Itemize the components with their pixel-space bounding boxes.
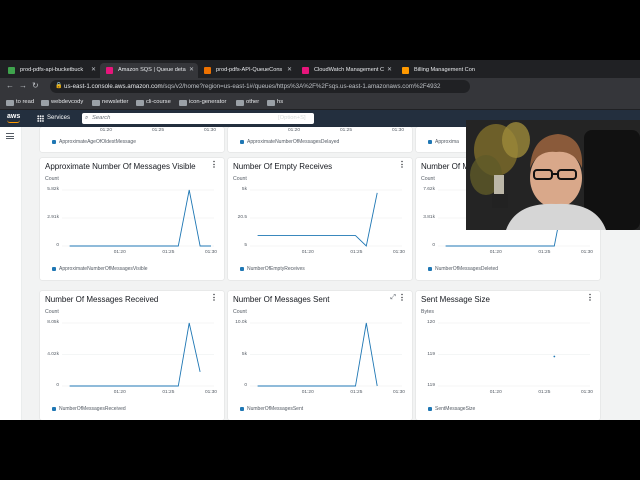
data-point (553, 355, 556, 358)
tab-label: CloudWatch Management C (314, 67, 385, 73)
side-rail (0, 127, 22, 420)
close-tab-icon[interactable]: ✕ (91, 63, 96, 78)
forward-icon[interactable]: → (19, 81, 27, 91)
services-menu-button[interactable]: Services (37, 113, 70, 124)
sqs-favicon-icon (106, 67, 113, 74)
close-tab-icon[interactable]: ✕ (287, 63, 292, 78)
grid-icon (37, 115, 44, 122)
cloudwatch-favicon-icon (302, 67, 309, 74)
close-tab-icon[interactable]: ✕ (387, 63, 392, 78)
url-host: us-east-1.console.aws.amazon.com (64, 83, 163, 90)
browser-tab[interactable]: prod-pdfs-api-bucketbuck ✕ (2, 63, 100, 78)
url-path: /sqs/v2/home?region=us-east-1#/queues/ht… (162, 83, 441, 90)
search-shortcut-hint: [Option+S] (278, 115, 306, 121)
tab-label: Amazon SQS | Queue deta (118, 67, 186, 73)
metric-widget-received: Number Of Messages Received ⋮ Count 8.05k 4.… (40, 291, 224, 420)
bookmark-label: cli-course (146, 99, 171, 105)
aws-logo-text: aws (7, 113, 21, 120)
metric-widget-sent: Number Of Messages Sent ⋮ ⤢ Count 10.0k 5k 0 01… (228, 291, 412, 420)
webcam-overlay (466, 120, 640, 230)
bookmark-label: other (246, 99, 260, 105)
aws-smile-icon (7, 120, 20, 123)
metric-widget-size: Sent Message Size ⋮ Bytes 120 119 119 01:20 01:… (416, 291, 600, 420)
metric-widget-top-1: 01:20 01:25 01:30 ApproximateAgeOfOldest… (40, 127, 224, 152)
chart-plot (62, 189, 214, 247)
folder-icon (136, 100, 144, 106)
x-tick-label: 01:25 (151, 128, 164, 133)
bookmark-label: to read (16, 99, 35, 105)
folder-icon (267, 100, 275, 106)
legend-label: ApproximateAgeOfOldestMessage (59, 139, 136, 145)
bookmark-folder[interactable]: icon-generator (179, 97, 226, 108)
legend-label: Approxima (435, 139, 459, 145)
series-line (257, 192, 378, 247)
legend-label: ApproximateNumberOfMessagesDelayed (247, 139, 340, 145)
browser-tab-active[interactable]: Amazon SQS | Queue deta ✕ (100, 63, 198, 78)
screen-frame: prod-pdfs-api-bucketbuck ✕ Amazon SQS | … (0, 60, 640, 420)
folder-icon (6, 100, 14, 106)
bookmark-label: newsletter (102, 99, 129, 105)
s3-favicon-icon (8, 67, 15, 74)
metric-widget-visible: Approximate Number Of Messages Visible ⋮ C… (40, 158, 224, 280)
bookmark-folder[interactable]: hs (267, 97, 283, 108)
lock-icon: 🔒 (55, 83, 63, 89)
chart-plot (62, 322, 214, 387)
folder-icon (179, 100, 187, 106)
chart-plot (250, 322, 402, 387)
bookmark-label: hs (277, 99, 284, 105)
url-field[interactable]: 🔒 us-east-1.console.aws.amazon.com/sqs/v… (50, 80, 470, 93)
bookmark-label: icon-generator (189, 99, 227, 105)
chart-plot (438, 322, 590, 387)
aws-logo[interactable]: aws (7, 113, 21, 123)
bookmarks-bar: to read webdevcody newsletter cli-course… (0, 95, 640, 110)
browser-tab[interactable]: Billing Management Con (396, 63, 486, 78)
legend-swatch (428, 140, 432, 144)
billing-favicon-icon (402, 67, 409, 74)
legend-swatch (52, 140, 56, 144)
folder-icon (236, 100, 244, 106)
legend-item[interactable]: ApproximateAgeOfOldestMessage (52, 139, 136, 145)
legend-item[interactable]: Approxima (428, 139, 459, 145)
chart-plot (250, 189, 402, 247)
x-tick-label: 01:30 (203, 128, 216, 133)
browser-tab-bar: prod-pdfs-api-bucketbuck ✕ Amazon SQS | … (0, 60, 640, 78)
folder-icon (41, 100, 49, 106)
tab-label: prod-pdfs-api-bucketbuck (20, 67, 84, 73)
lambda-favicon-icon (204, 67, 211, 74)
legend-swatch (240, 140, 244, 144)
x-tick-label: 01:25 (339, 128, 352, 133)
menu-icon[interactable] (6, 133, 14, 139)
back-icon[interactable]: ← (6, 81, 14, 91)
bookmark-folder[interactable]: newsletter (92, 97, 128, 108)
bookmark-label: webdevcody (51, 99, 84, 105)
bookmark-folder[interactable]: to read (6, 97, 34, 108)
x-tick-label: 01:30 (391, 128, 404, 133)
metric-widget-empty: Number Of Empty Receives ⋮ Count 5k 20.5 5 01:… (228, 158, 412, 280)
address-bar-row: ← → ↻ 🔒 us-east-1.console.aws.amazon.com… (0, 78, 640, 95)
bookmark-folder[interactable]: webdevcody (41, 97, 83, 108)
close-tab-icon[interactable]: ✕ (189, 63, 194, 78)
search-icon: ⌕ (85, 115, 89, 121)
reload-icon[interactable]: ↻ (32, 81, 39, 91)
legend-item[interactable]: ApproximateNumberOfMessagesDelayed (240, 139, 339, 145)
metric-widget-top-2: 01:20 01:25 01:30 ApproximateNumberOfMes… (228, 127, 412, 152)
bookmark-folder[interactable]: other (236, 97, 259, 108)
x-tick-label: 01:20 (99, 128, 112, 133)
folder-icon (92, 100, 100, 106)
browser-tab[interactable]: prod-pdfs-API-QueueCons ✕ (198, 63, 296, 78)
tab-label: prod-pdfs-API-QueueCons (216, 67, 283, 73)
tab-label: Billing Management Con (414, 67, 475, 73)
bookmark-folder[interactable]: cli-course (136, 97, 171, 108)
presenter-video-image (466, 120, 640, 230)
x-tick-label: 01:20 (287, 128, 300, 133)
services-label: Services (47, 115, 71, 121)
search-placeholder: Search (92, 115, 111, 121)
browser-tab[interactable]: CloudWatch Management C ✕ (296, 63, 396, 78)
